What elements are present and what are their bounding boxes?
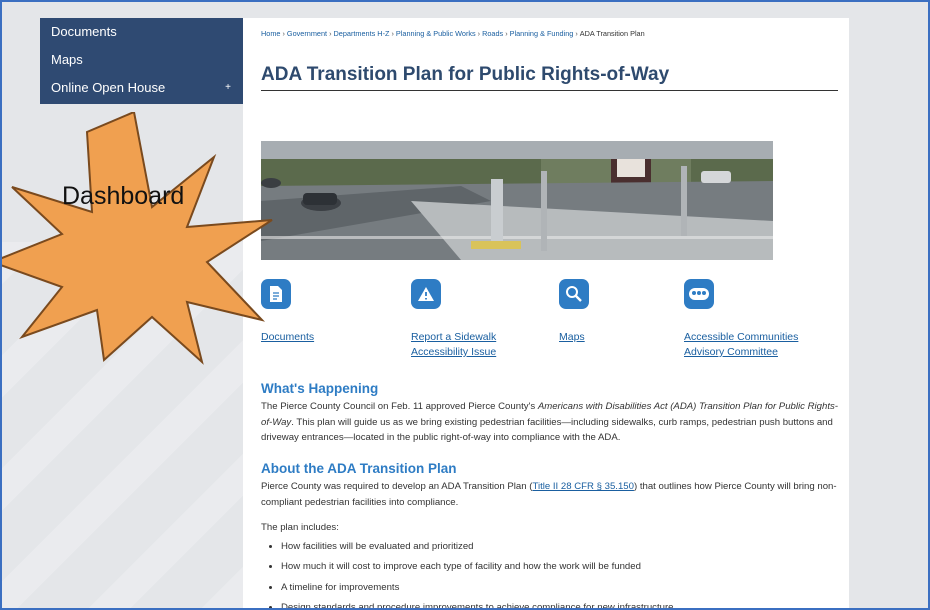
tile-label[interactable]: Report a Sidewalk Accessibility Issue xyxy=(411,330,496,360)
breadcrumb-planning-public-works[interactable]: Planning & Public Works xyxy=(396,29,476,38)
list-item: A timeline for improvements xyxy=(281,580,841,596)
tile-accessible-communities[interactable]: Accessible Communities Advisory Committe… xyxy=(684,279,798,358)
side-menu-label: Online Open House xyxy=(51,80,166,95)
breadcrumb-separator: › xyxy=(505,29,508,38)
expand-icon[interactable]: + xyxy=(225,74,231,102)
plan-includes-list: How facilities will be evaluated and pri… xyxy=(261,539,841,609)
side-menu-item-maps[interactable]: Maps xyxy=(40,46,243,74)
section-paragraph: Pierce County was required to develop an… xyxy=(261,481,837,508)
hero-image xyxy=(261,141,773,260)
side-menu-item-online-open-house[interactable]: Online Open House + xyxy=(40,74,243,102)
tile-report-sidewalk[interactable]: Report a Sidewalk Accessibility Issue xyxy=(411,279,496,358)
breadcrumb-separator: › xyxy=(329,29,332,38)
side-menu-item-documents[interactable]: Documents xyxy=(40,18,243,46)
tile-label[interactable]: Maps xyxy=(559,330,585,345)
section-heading: About the ADA Transition Plan xyxy=(261,461,457,476)
warning-icon[interactable] xyxy=(411,279,441,309)
about-section: About the ADA Transition Plan Pierce Cou… xyxy=(261,461,841,609)
breadcrumb-home[interactable]: Home xyxy=(261,29,280,38)
tile-label[interactable]: Accessible Communities Advisory Committe… xyxy=(684,330,798,360)
list-item: How much it will cost to improve each ty… xyxy=(281,559,841,575)
dashboard-label[interactable]: Dashboard xyxy=(62,182,184,211)
side-menu-label: Documents xyxy=(51,24,117,39)
tile-maps[interactable]: Maps xyxy=(559,279,589,343)
title-ii-link[interactable]: Title II 28 CFR § 35.150 xyxy=(532,481,634,492)
people-icon[interactable] xyxy=(684,279,714,309)
dashboard-starburst[interactable] xyxy=(0,112,282,372)
page-title: ADA Transition Plan for Public Rights-of… xyxy=(261,64,838,91)
quick-links: Documents Report a Sidewalk Accessibilit… xyxy=(261,279,841,369)
side-menu: Documents Maps Online Open House + xyxy=(40,18,243,104)
breadcrumb-separator: › xyxy=(477,29,481,38)
side-menu-label: Maps xyxy=(51,52,83,67)
breadcrumb-separator: › xyxy=(391,29,394,38)
starburst-shape xyxy=(2,112,273,365)
main-content: Home › Government › Departments H-Z › Planning… xyxy=(243,18,849,609)
plan-includes-intro: The plan includes: xyxy=(261,522,339,533)
window-frame: Documents Maps Online Open House + Home ›… xyxy=(0,0,930,610)
section-paragraph: The Pierce County Council on Feb. 11 app… xyxy=(261,401,838,443)
section-heading: What's Happening xyxy=(261,381,379,396)
list-item: How facilities will be evaluated and pri… xyxy=(281,539,841,555)
breadcrumb-roads[interactable]: Roads xyxy=(482,29,503,38)
street-photo xyxy=(261,141,773,260)
breadcrumb: Home › Government › Departments H-Z › Planning… xyxy=(261,29,645,38)
list-item: Design standards and procedure improveme… xyxy=(281,600,841,608)
breadcrumb-current: ADA Transition Plan xyxy=(579,29,645,38)
whats-happening-section: What's Happening The Pierce County Counc… xyxy=(261,381,841,446)
breadcrumb-government[interactable]: Government xyxy=(287,29,327,38)
breadcrumb-separator: › xyxy=(575,29,578,38)
breadcrumb-separator: › xyxy=(282,29,285,38)
breadcrumb-departments[interactable]: Departments H-Z xyxy=(334,29,390,38)
magnifier-icon[interactable] xyxy=(559,279,589,309)
breadcrumb-planning-funding[interactable]: Planning & Funding xyxy=(510,29,574,38)
